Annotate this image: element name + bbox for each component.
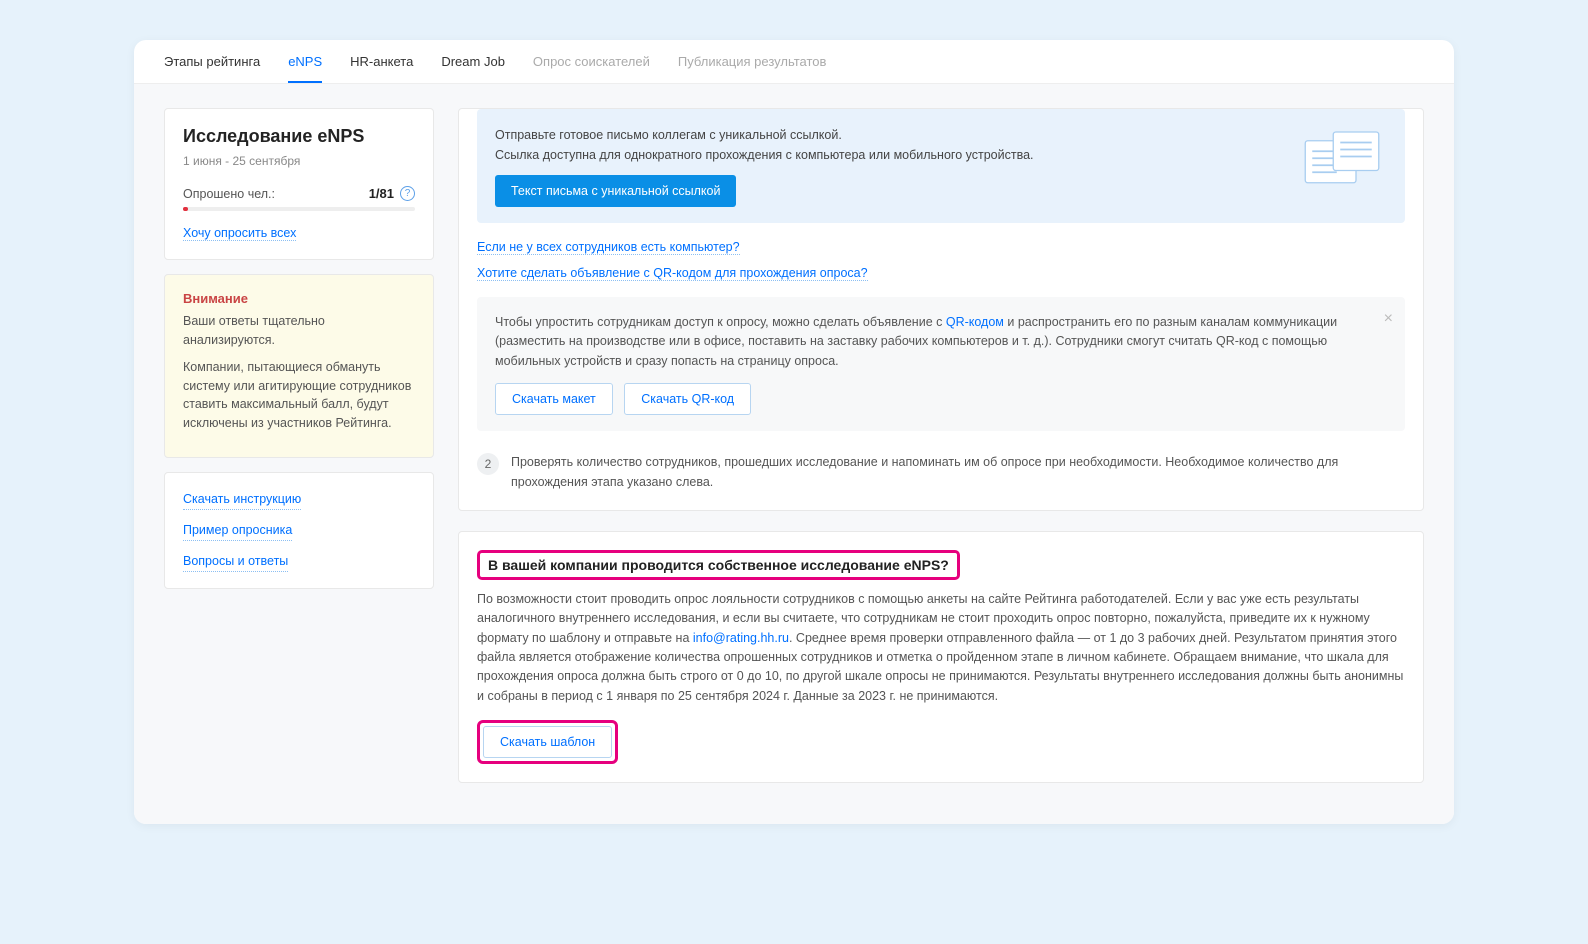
tab-hr[interactable]: HR-анкета <box>350 54 413 83</box>
warning-title: Внимание <box>183 291 415 306</box>
tab-publication: Публикация результатов <box>678 54 827 83</box>
letter-with-link-button[interactable]: Текст письма с уникальной ссылкой <box>495 175 736 207</box>
unique-link-box: Отправьте готовое письмо коллегам с уник… <box>477 109 1405 223</box>
help-icon[interactable]: ? <box>400 186 415 201</box>
qr-code-inline-link[interactable]: QR-кодом <box>946 315 1004 329</box>
app-frame: Этапы рейтинга eNPS HR-анкета Dream Job … <box>134 40 1454 824</box>
stat-label: Опрошено чел.: <box>183 187 275 201</box>
tab-applicants: Опрос соискателей <box>533 54 650 83</box>
download-template-highlight: Скачать шаблон <box>477 720 618 764</box>
stat-value: 1/81 <box>369 186 394 201</box>
progress-fill <box>183 207 188 211</box>
survey-sample-link[interactable]: Пример опросника <box>183 520 292 541</box>
step-number-badge: 2 <box>477 453 499 475</box>
download-template-button[interactable]: Скачать шаблон <box>483 726 612 758</box>
tab-stages[interactable]: Этапы рейтинга <box>164 54 260 83</box>
survey-distribution-panel: Отправьте готовое письмо коллегам с уник… <box>458 108 1424 511</box>
no-computer-link[interactable]: Если не у всех сотрудников есть компьюте… <box>477 240 740 255</box>
download-qr-button[interactable]: Скачать QR-код <box>624 383 751 415</box>
letter-illustration-icon <box>1297 125 1387 195</box>
blue-box-line2: Ссылка доступна для однократного прохожд… <box>495 148 1034 162</box>
qr-announcement-link[interactable]: Хотите сделать объявление с QR-кодом для… <box>477 266 868 281</box>
tab-dreamjob[interactable]: Dream Job <box>441 54 505 83</box>
download-instruction-link[interactable]: Скачать инструкцию <box>183 489 301 510</box>
faq-link[interactable]: Вопросы и ответы <box>183 551 288 572</box>
rating-email-link[interactable]: info@rating.hh.ru <box>693 631 789 645</box>
step-2-text: Проверять количество сотрудников, прошед… <box>511 453 1405 492</box>
sidebar-links-card: Скачать инструкцию Пример опросника Вопр… <box>164 472 434 589</box>
step-2-row: 2 Проверять количество сотрудников, прош… <box>459 449 1423 510</box>
research-summary-card: Исследование eNPS 1 июня - 25 сентября О… <box>164 108 434 260</box>
close-icon[interactable]: × <box>1384 307 1393 332</box>
content-area: Исследование eNPS 1 июня - 25 сентября О… <box>134 84 1454 824</box>
download-layout-button[interactable]: Скачать макет <box>495 383 613 415</box>
own-research-panel: В вашей компании проводится собственное … <box>458 531 1424 783</box>
sidebar: Исследование eNPS 1 июня - 25 сентября О… <box>164 108 434 784</box>
want-survey-all-link[interactable]: Хочу опросить всех <box>183 226 296 241</box>
own-research-title: В вашей компании проводится собственное … <box>477 550 960 580</box>
main-column: Отправьте готовое письмо коллегам с уник… <box>458 108 1424 784</box>
warning-text: Ваши ответы тщательно анализируются. Ком… <box>183 312 415 433</box>
own-research-body: По возможности стоит проводить опрос лоя… <box>477 590 1405 706</box>
blue-box-line1: Отправьте готовое письмо коллегам с уник… <box>495 128 842 142</box>
qr-info-box: × Чтобы упростить сотрудникам доступ к о… <box>477 297 1405 431</box>
qr-info-text-pre: Чтобы упростить сотрудникам доступ к опр… <box>495 315 946 329</box>
warning-card: Внимание Ваши ответы тщательно анализиру… <box>164 274 434 458</box>
tab-bar: Этапы рейтинга eNPS HR-анкета Dream Job … <box>134 40 1454 84</box>
tab-enps[interactable]: eNPS <box>288 54 322 83</box>
research-title: Исследование eNPS <box>183 125 415 148</box>
research-dates: 1 июня - 25 сентября <box>183 154 415 168</box>
progress-bar <box>183 207 415 211</box>
